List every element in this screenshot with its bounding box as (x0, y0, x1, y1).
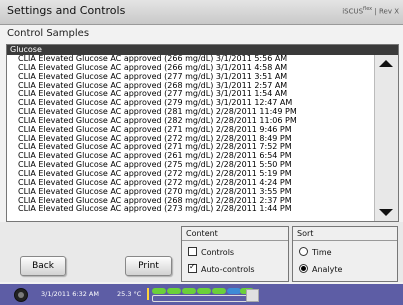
brand-name: iSCUS (342, 7, 364, 16)
list-item[interactable]: CLIA Elevated Glucose AC approved (273 m… (7, 205, 374, 214)
list-item[interactable]: CLIA Elevated Glucose AC approved (279 m… (7, 99, 374, 108)
list-item[interactable]: CLIA Elevated Glucose AC approved (270 m… (7, 188, 374, 197)
status-end-icon[interactable] (246, 289, 259, 302)
status-temperature: 25.3 °C (117, 290, 142, 298)
list-item[interactable]: CLIA Elevated Glucose AC approved (271 m… (7, 126, 374, 135)
sort-group-title: Sort (297, 229, 314, 238)
status-datetime: 3/1/2011 6:32 AM (41, 290, 99, 298)
list-item[interactable]: CLIA Elevated Glucose AC approved (271 m… (7, 143, 374, 152)
list-item[interactable]: CLIA Elevated Glucose AC approved (282 m… (7, 117, 374, 126)
list-scrollbar[interactable] (374, 55, 398, 221)
list-item[interactable]: CLIA Elevated Glucose AC approved (261 m… (7, 152, 374, 161)
status-separator (147, 288, 149, 300)
rack-tray-icon (152, 295, 254, 302)
window-title: Settings and Controls (7, 4, 126, 17)
rack-5-icon (212, 288, 226, 294)
content-group-divider (182, 240, 288, 241)
list-item[interactable]: CLIA Elevated Glucose AC approved (266 m… (7, 55, 374, 64)
list-item[interactable]: CLIA Elevated Glucose AC approved (272 m… (7, 179, 374, 188)
list-item[interactable]: CLIA Elevated Glucose AC approved (277 m… (7, 90, 374, 99)
sort-analyte-label: Analyte (312, 265, 343, 274)
scroll-up-arrow-icon[interactable] (379, 60, 393, 67)
content-filter-group: Content Controls Auto-controls (181, 226, 289, 282)
list-item[interactable]: CLIA Elevated Glucose AC approved (266 m… (7, 64, 374, 73)
list-body: CLIA Elevated Glucose AC approved (266 m… (7, 55, 374, 221)
controls-option[interactable]: Controls (188, 247, 234, 257)
page-subtitle: Control Samples (7, 28, 90, 39)
print-button[interactable]: Print (125, 256, 172, 276)
sort-analyte-radio[interactable] (299, 264, 308, 273)
screen: Settings and Controls iSCUSflex | Rev X … (0, 0, 403, 305)
list-item[interactable]: CLIA Elevated Glucose AC approved (272 m… (7, 135, 374, 144)
sort-time-option[interactable]: Time (299, 247, 332, 257)
rack-1-icon (152, 288, 166, 294)
controls-label: Controls (201, 248, 235, 257)
scroll-down-arrow-icon[interactable] (379, 209, 393, 216)
auto-controls-option[interactable]: Auto-controls (188, 262, 255, 274)
sort-time-label: Time (312, 248, 332, 257)
title-bar: Settings and Controls iSCUSflex | Rev X (0, 0, 403, 25)
auto-controls-label: Auto-controls (201, 265, 255, 274)
list-item[interactable]: CLIA Elevated Glucose AC approved (275 m… (7, 161, 374, 170)
brand-superscript: flex (363, 6, 373, 12)
sort-group-divider (293, 240, 397, 241)
sort-group: Sort Time Analyte (292, 226, 398, 282)
rack-2-icon (167, 288, 181, 294)
sort-analyte-option[interactable]: Analyte (299, 264, 342, 274)
list-item[interactable]: CLIA Elevated Glucose AC approved (268 m… (7, 197, 374, 206)
list-item[interactable]: CLIA Elevated Glucose AC approved (277 m… (7, 73, 374, 82)
rack-3-icon (182, 288, 196, 294)
rack-4-icon (197, 288, 211, 294)
control-samples-list: Glucose CLIA Elevated Glucose AC approve… (6, 44, 399, 222)
rack-6-icon (227, 288, 241, 294)
auto-controls-checkbox[interactable] (188, 262, 197, 273)
status-bar: 3/1/2011 6:32 AM 25.3 °C (0, 284, 403, 305)
list-item[interactable]: CLIA Elevated Glucose AC approved (268 m… (7, 82, 374, 91)
sort-time-radio[interactable] (299, 247, 308, 256)
back-button[interactable]: Back (20, 256, 66, 276)
list-item[interactable]: CLIA Elevated Glucose AC approved (272 m… (7, 170, 374, 179)
list-item[interactable]: CLIA Elevated Glucose AC approved (281 m… (7, 108, 374, 117)
content-group-title: Content (186, 229, 218, 238)
controls-checkbox[interactable] (188, 247, 197, 256)
brand-suffix: | Rev X (374, 7, 399, 16)
brand-logo: iSCUSflex | Rev X (342, 6, 399, 15)
power-icon[interactable] (14, 288, 28, 302)
list-group-header: Glucose (7, 45, 398, 55)
bottom-controls: Back Print Content Controls Auto-control… (0, 222, 403, 282)
